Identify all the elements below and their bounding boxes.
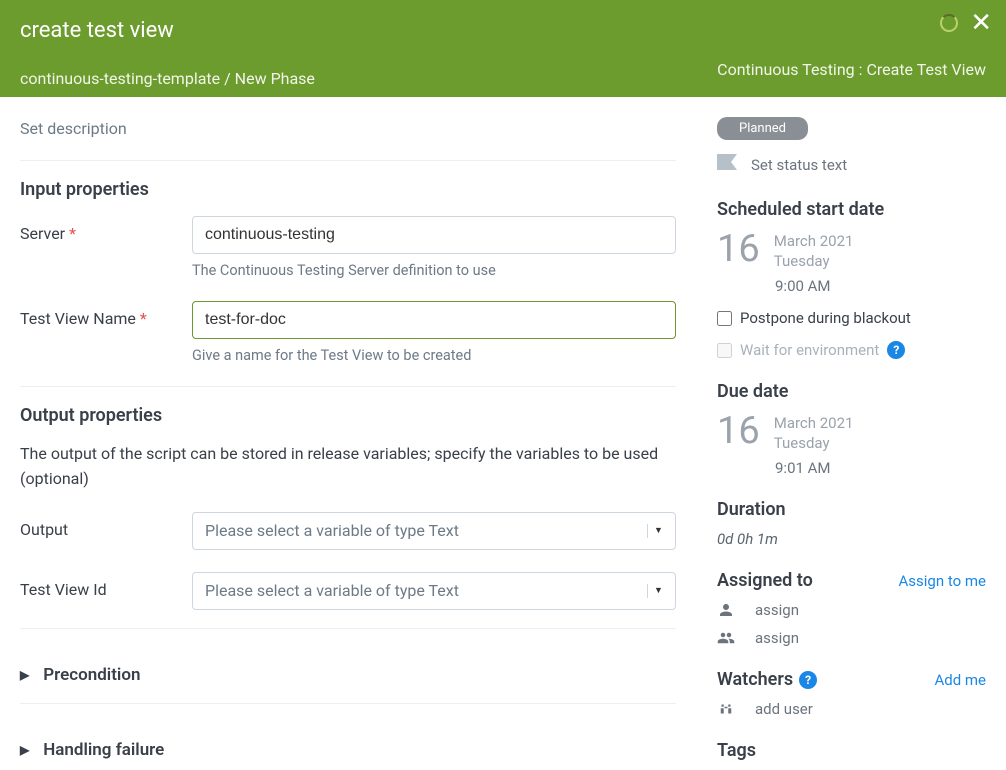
precondition-expander[interactable]: ▶ Precondition — [20, 647, 676, 703]
caret-right-icon: ▶ — [20, 668, 29, 682]
person-icon — [717, 601, 735, 619]
dialog-title: create test view — [20, 18, 986, 43]
scheduled-date[interactable]: 16 March 2021 Tuesday — [717, 230, 986, 271]
server-help: The Continuous Testing Server definition… — [192, 262, 676, 279]
precondition-label: Precondition — [43, 665, 140, 685]
watchers-add-user-row[interactable]: add user — [717, 700, 986, 718]
caret-right-icon: ▶ — [20, 743, 29, 757]
task-type-label: Continuous Testing : Create Test View — [717, 60, 986, 79]
output-select[interactable]: Please select a variable of type Text ▼ — [192, 512, 676, 550]
test-view-id-label: Test View Id — [20, 572, 192, 599]
chevron-down-icon: ▼ — [647, 524, 663, 538]
sidebar: Planned Set status text Scheduled start … — [696, 97, 1006, 770]
output-select-placeholder: Please select a variable of type Text — [205, 521, 459, 540]
scheduled-day: 16 — [717, 230, 760, 268]
server-input[interactable] — [192, 216, 676, 254]
postpone-blackout-label: Postpone during blackout — [740, 309, 911, 327]
status-text-row[interactable]: Set status text — [717, 154, 986, 175]
server-label: Server* — [20, 216, 192, 243]
output-properties-heading: Output properties — [20, 405, 676, 426]
close-icon[interactable]: ✕ — [970, 14, 992, 32]
help-icon[interactable]: ? — [887, 341, 905, 359]
flag-icon — [717, 154, 737, 175]
watchers-heading: Watchers ? — [717, 669, 817, 690]
assignee-team-row[interactable]: assign — [717, 629, 986, 647]
assignee-team-placeholder: assign — [755, 629, 799, 647]
description-field[interactable]: Set description — [20, 119, 676, 138]
server-field-row: Server* The Continuous Testing Server de… — [20, 216, 676, 279]
divider — [20, 160, 676, 161]
tags-heading: Tags — [717, 740, 986, 761]
assign-to-me-link[interactable]: Assign to me — [899, 572, 987, 590]
test-view-name-input[interactable] — [192, 301, 676, 339]
scheduled-month-year: March 2021 — [774, 232, 854, 252]
test-view-id-select[interactable]: Please select a variable of type Text ▼ — [192, 572, 676, 610]
test-view-id-field-row: Test View Id Please select a variable of… — [20, 572, 676, 610]
wait-environment-input — [717, 343, 732, 358]
input-properties-heading: Input properties — [20, 179, 676, 200]
assignee-user-placeholder: assign — [755, 601, 799, 619]
test-view-name-label: Test View Name* — [20, 301, 192, 328]
watchers-add-user-placeholder: add user — [755, 700, 813, 718]
scheduled-start-heading: Scheduled start date — [717, 199, 986, 220]
binoculars-icon — [717, 700, 735, 718]
scheduled-time[interactable]: 9:00 AM — [775, 277, 986, 295]
output-field-row: Output Please select a variable of type … — [20, 512, 676, 550]
divider — [20, 386, 676, 387]
help-icon[interactable]: ? — [799, 671, 817, 689]
output-properties-description: The output of the script can be stored i… — [20, 442, 676, 492]
assigned-to-heading: Assigned to — [717, 570, 813, 591]
people-icon — [717, 629, 735, 647]
test-view-id-select-placeholder: Please select a variable of type Text — [205, 581, 459, 600]
postpone-blackout-checkbox[interactable]: Postpone during blackout — [717, 309, 986, 327]
postpone-blackout-input[interactable] — [717, 311, 732, 326]
handling-failure-label: Handling failure — [43, 740, 164, 760]
output-label: Output — [20, 512, 192, 539]
due-day: 16 — [717, 412, 760, 450]
test-view-name-field-row: Test View Name* Give a name for the Test… — [20, 301, 676, 364]
divider — [20, 703, 676, 704]
scheduled-weekday: Tuesday — [774, 252, 854, 272]
due-month-year: March 2021 — [774, 414, 854, 434]
wait-environment-label: Wait for environment — [740, 341, 879, 359]
spinner-icon — [940, 14, 958, 32]
wait-environment-checkbox: Wait for environment ? — [717, 341, 986, 359]
due-date[interactable]: 16 March 2021 Tuesday — [717, 412, 986, 453]
add-me-link[interactable]: Add me — [934, 671, 986, 689]
due-weekday: Tuesday — [774, 434, 854, 454]
due-time[interactable]: 9:01 AM — [775, 459, 986, 477]
dialog-header: ✕ create test view continuous-testing-te… — [0, 0, 1006, 97]
status-badge[interactable]: Planned — [717, 117, 808, 140]
test-view-name-help: Give a name for the Test View to be crea… — [192, 347, 676, 364]
divider — [20, 628, 676, 629]
main-panel: Set description Input properties Server*… — [0, 97, 696, 770]
duration-heading: Duration — [717, 499, 986, 520]
chevron-down-icon: ▼ — [647, 584, 663, 598]
due-date-heading: Due date — [717, 381, 986, 402]
set-status-text-label: Set status text — [751, 156, 847, 174]
handling-failure-expander[interactable]: ▶ Handling failure — [20, 722, 676, 770]
assignee-user-row[interactable]: assign — [717, 601, 986, 619]
duration-value: 0d 0h 1m — [717, 530, 986, 548]
